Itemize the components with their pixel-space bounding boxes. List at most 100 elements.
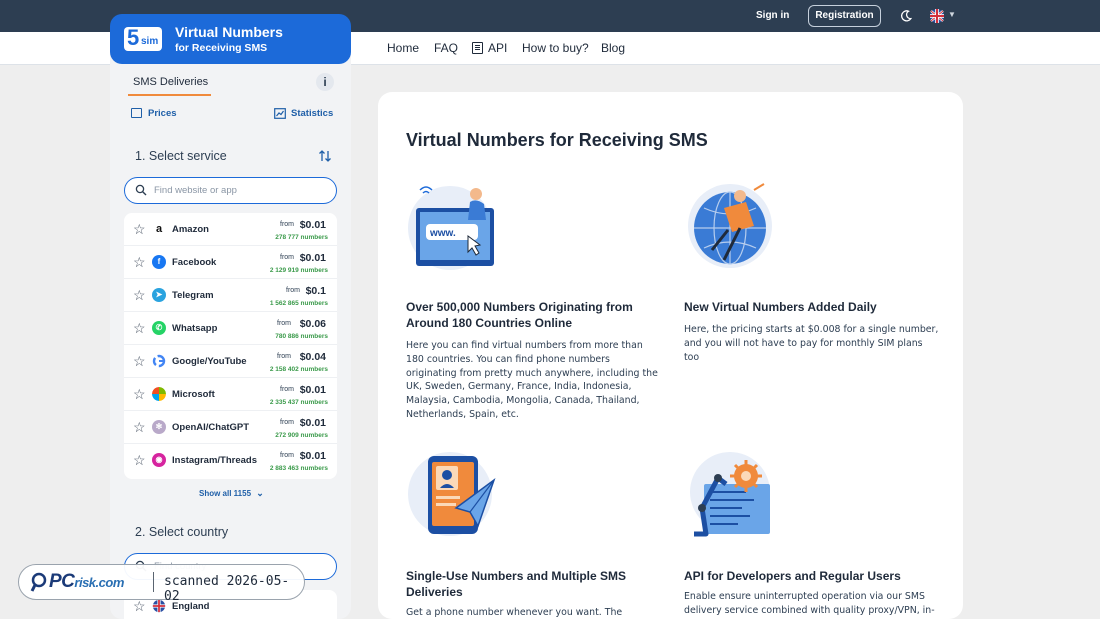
whatsapp-icon: ✆ [152,321,166,335]
price-from-label: from [277,353,291,360]
sort-icon[interactable] [318,149,332,163]
nav-home[interactable]: Home [387,41,419,55]
service-name: Whatsapp [172,323,218,334]
service-row-amazon[interactable]: ☆ a Amazon from $0.01 278 777 numbers [124,213,337,246]
service-price: $0.01 [299,417,326,429]
nav-faq[interactable]: FAQ [434,41,458,55]
nav-how-to-buy[interactable]: How to buy? [522,41,589,55]
select-service-heading: 1. Select service [135,149,227,163]
service-name: Instagram/Threads [172,455,257,466]
nav-api[interactable]: API [488,41,507,55]
price-from-label: from [280,221,294,228]
amazon-icon: a [152,222,166,236]
service-price: $0.04 [299,351,326,363]
service-name: Google/YouTube [172,356,247,367]
prices-link[interactable]: Prices [148,108,177,119]
watermark-divider [153,572,154,592]
feature-title-api: API for Developers and Regular Users [684,569,901,583]
service-name: Microsoft [172,389,215,400]
favorite-star-icon[interactable]: ☆ [133,453,146,467]
moon-icon[interactable] [899,9,913,23]
statistics-link[interactable]: Statistics [291,108,333,119]
price-from-label: from [286,287,300,294]
sign-in-link[interactable]: Sign in [756,10,789,21]
laptop-www-illustration: www. [408,186,494,270]
service-row-facebook[interactable]: ☆ f Facebook from $0.01 2 129 919 number… [124,246,337,279]
favorite-star-icon[interactable]: ☆ [133,599,146,613]
price-from-label: from [280,386,294,393]
info-button[interactable]: i [316,73,334,91]
service-name: Amazon [172,224,209,235]
numbers-count: 2 158 402 numbers [269,366,328,373]
select-country-heading: 2. Select country [135,525,229,539]
chevron-down-icon[interactable]: ▼ [948,10,956,19]
service-search-field[interactable] [124,177,337,204]
api-doc-icon [472,42,483,54]
numbers-count: 2 883 463 numbers [269,465,328,472]
logo-title: Virtual Numbers [175,24,283,40]
favorite-star-icon[interactable]: ☆ [133,420,146,434]
price-from-label: from [280,419,294,426]
magnifier-logo-icon [30,572,47,592]
price-list-icon [131,108,142,118]
price-from-label: from [280,452,294,459]
numbers-count: 278 777 numbers [275,234,328,241]
show-all-label: Show all 1155 [199,489,252,498]
pcrisk-watermark: PCrisk.com scanned 2026-05-02 [18,564,305,604]
feature-text-single-use: Get a phone number whenever you want. Th… [406,607,623,618]
favorite-star-icon[interactable]: ☆ [133,255,146,269]
numbers-count: 272 909 numbers [275,432,328,439]
service-row-openai[interactable]: ☆ ✻ OpenAI/ChatGPT from $0.01 272 909 nu… [124,411,337,444]
logo-subtitle: for Receiving SMS [175,42,268,54]
service-price: $0.06 [299,318,326,330]
service-row-telegram[interactable]: ☆ ➤ Telegram from $0.1 1 562 865 numbers [124,279,337,312]
active-tab-indicator [128,94,211,96]
feature-title-new-numbers: New Virtual Numbers Added Daily [684,300,877,314]
feature-title-single-use: Single-Use Numbers and Multiple SMS Deli… [406,569,627,599]
svg-text:www.: www. [429,228,456,239]
feature-title-countries: Over 500,000 Numbers Originating from Ar… [406,300,633,330]
telegram-icon: ➤ [152,288,166,302]
page-title: Virtual Numbers for Receiving SMS [406,130,708,150]
favorite-star-icon[interactable]: ☆ [133,387,146,401]
logo-mark: 5 sim [124,25,162,51]
service-price: $0.1 [305,285,326,297]
service-price: $0.01 [299,252,326,264]
site-logo[interactable]: 5 sim Virtual Numbers for Receiving SMS [110,14,351,64]
facebook-icon: f [152,255,166,269]
service-search-input[interactable] [154,183,329,197]
nav-blog[interactable]: Blog [601,41,625,55]
service-name: OpenAI/ChatGPT [172,422,250,433]
service-row-google[interactable]: ☆ Google/YouTube from $0.04 2 158 402 nu… [124,345,337,378]
service-name: Facebook [172,257,217,268]
favorite-star-icon[interactable]: ☆ [133,354,146,368]
uk-flag-icon[interactable] [929,9,945,23]
registration-button[interactable]: Registration [808,5,881,27]
globe-courier-illustration [688,183,772,268]
phone-paper-plane-illustration [408,452,496,536]
logo-mark-digit: 5 [127,25,140,50]
service-price: $0.01 [299,219,326,231]
favorite-star-icon[interactable]: ☆ [133,321,146,335]
favorite-star-icon[interactable]: ☆ [133,222,146,236]
service-price: $0.01 [299,384,326,396]
tab-sms-deliveries[interactable]: SMS Deliveries [133,76,208,88]
price-from-label: from [277,320,291,327]
numbers-count: 2 335 437 numbers [269,399,328,406]
logo-mark-text: sim [141,36,159,47]
service-row-microsoft[interactable]: ☆ Microsoft from $0.01 2 335 437 numbers [124,378,337,411]
microsoft-icon [152,387,166,401]
show-all-services-link[interactable]: Show all 1155 ⌄ [199,488,264,499]
service-row-instagram[interactable]: ☆ ◉ Instagram/Threads from $0.01 2 883 4… [124,444,337,477]
feature-text-api: Enable ensure uninterrupted operation vi… [684,591,935,616]
favorite-star-icon[interactable]: ☆ [133,288,146,302]
pcrisk-logo-pc: PC [49,571,75,592]
chevron-down-icon: ⌄ [256,488,264,498]
feature-text-countries: Here you can find virtual numbers from m… [406,340,658,420]
service-row-whatsapp[interactable]: ☆ ✆ Whatsapp from $0.06 780 886 numbers [124,312,337,345]
service-name: Telegram [172,290,214,301]
pcrisk-logo-risk: risk.com [74,575,124,590]
numbers-count: 780 886 numbers [275,333,328,340]
watermark-scan-date: scanned 2026-05-02 [164,574,290,604]
service-price: $0.01 [299,450,326,462]
